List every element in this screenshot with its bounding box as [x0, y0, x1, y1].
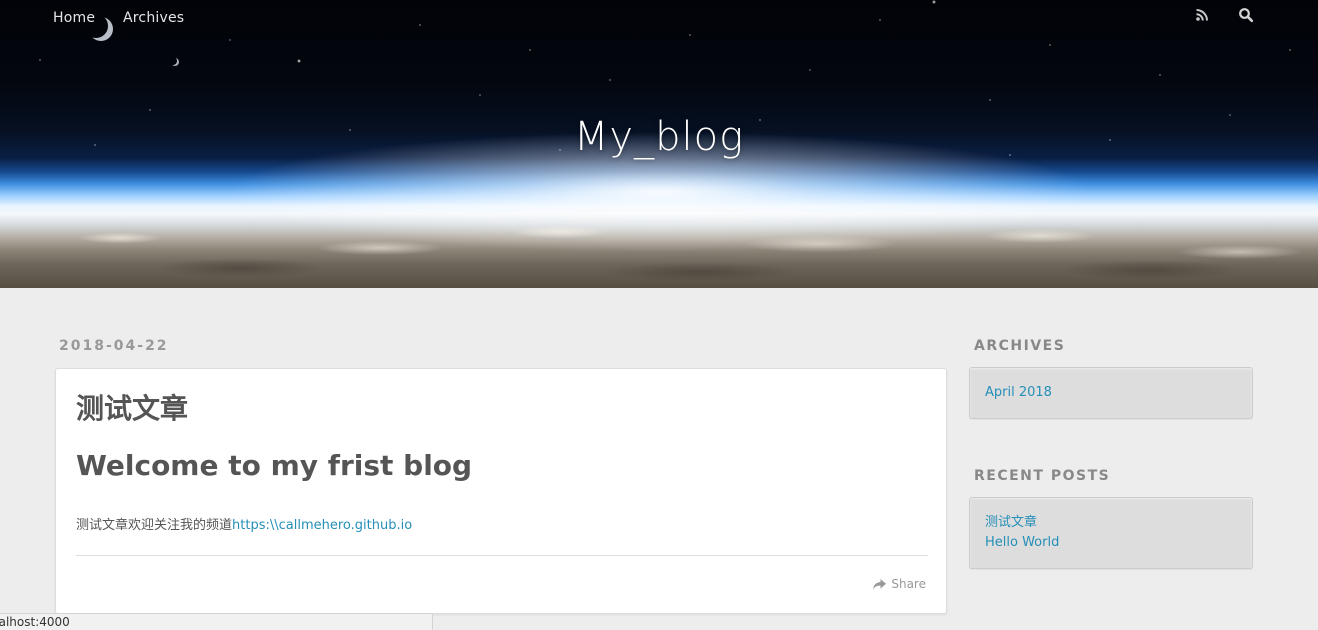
- nav-archives-link[interactable]: Archives: [123, 10, 184, 26]
- article-body: 测试文章欢迎关注我的频道https:\\callmehero.github.io: [76, 514, 412, 533]
- share-label: Share: [891, 577, 926, 591]
- archive-link[interactable]: April 2018: [985, 383, 1237, 403]
- archives-widget-title: ARCHIVES: [974, 338, 1066, 354]
- browser-status-bar: calhost:4000: [0, 613, 433, 630]
- article-heading: Welcome to my frist blog: [76, 449, 473, 482]
- recent-post-link[interactable]: 测试文章: [985, 513, 1237, 533]
- article-divider: [76, 555, 928, 556]
- recent-posts-widget: 测试文章 Hello World: [969, 497, 1253, 569]
- small-moon-image: [171, 58, 179, 66]
- article-body-link[interactable]: https:\\callmehero.github.io: [232, 518, 412, 533]
- nav-home-link[interactable]: Home: [53, 10, 95, 26]
- post-date[interactable]: 2018-04-22: [59, 338, 169, 354]
- archives-widget: April 2018: [969, 367, 1253, 419]
- article-card: 测试文章 Welcome to my frist blog 测试文章欢迎关注我的…: [55, 368, 947, 614]
- site-title[interactable]: My_blog: [0, 114, 1318, 160]
- header-banner: Home Archives My_blog: [0, 0, 1318, 288]
- earth-clouds-background: [0, 218, 1318, 288]
- share-icon: [873, 578, 887, 590]
- recent-posts-widget-title: RECENT POSTS: [974, 468, 1111, 484]
- status-bar-url: calhost:4000: [0, 615, 70, 629]
- recent-post-link[interactable]: Hello World: [985, 533, 1237, 553]
- search-icon[interactable]: [1238, 7, 1254, 23]
- article-title[interactable]: 测试文章: [76, 387, 188, 427]
- rss-icon[interactable]: [1194, 7, 1210, 23]
- article-body-text: 测试文章欢迎关注我的频道: [76, 518, 233, 533]
- share-button[interactable]: Share: [873, 577, 926, 591]
